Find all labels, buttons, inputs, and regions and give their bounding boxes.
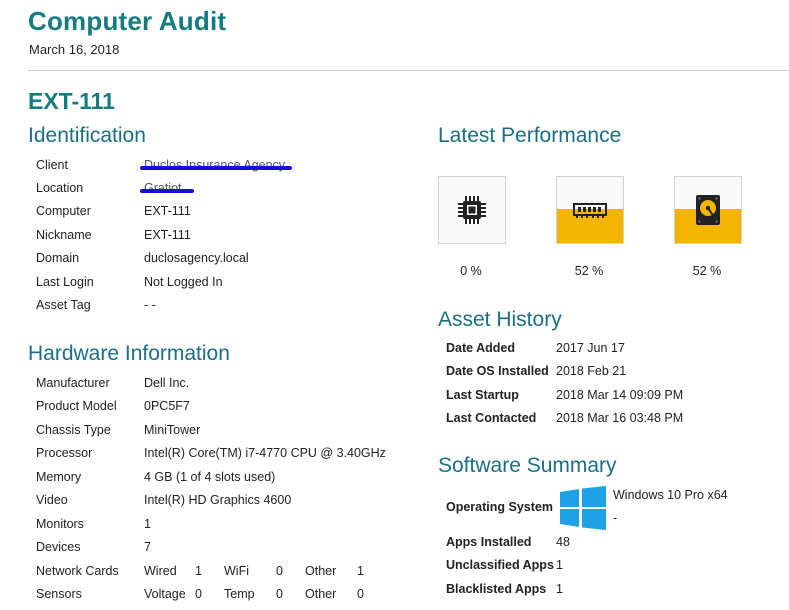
last-startup-value: 2018 Mar 14 09:09 PM — [556, 388, 684, 402]
computer-label: Computer — [36, 204, 91, 218]
identification-heading: Identification — [28, 124, 146, 147]
hardware-heading: Hardware Information — [28, 342, 230, 365]
date-os-installed-label: Date OS Installed — [446, 364, 549, 378]
nickname-value: EXT-111 — [144, 228, 191, 242]
apps-installed-label: Apps Installed — [446, 535, 532, 549]
last-login-label: Last Login — [36, 275, 94, 289]
processor-label: Processor — [36, 446, 93, 460]
header-divider — [28, 70, 789, 71]
operating-system-value: Windows 10 Pro x64 — [613, 488, 728, 502]
disk-usage-value: 52 % — [692, 264, 722, 278]
memory-usage-tile — [556, 176, 624, 244]
memory-label: Memory — [36, 470, 82, 484]
memory-icon — [573, 203, 607, 218]
sensor-temp-value: 0 — [276, 587, 283, 601]
unclassified-apps-label: Unclassified Apps — [446, 558, 554, 572]
asset-history-heading: Asset History — [438, 308, 562, 331]
location-redaction — [140, 189, 194, 193]
memory-usage-value: 52 % — [574, 264, 604, 278]
video-label: Video — [36, 493, 68, 507]
date-os-installed-value: 2018 Feb 21 — [556, 364, 627, 378]
last-startup-label: Last Startup — [446, 388, 519, 402]
date-added-value: 2017 Jun 17 — [556, 341, 625, 355]
apps-installed-value: 48 — [556, 535, 570, 549]
network-wifi-name: WiFi — [224, 564, 249, 578]
client-label: Client — [36, 158, 68, 172]
blacklisted-apps-value: 1 — [556, 582, 563, 596]
asset-tag-value: - - — [144, 298, 156, 312]
domain-label: Domain — [36, 251, 80, 265]
sensor-other-name: Other — [305, 587, 337, 601]
cpu-icon — [458, 196, 486, 224]
disk-icon — [696, 195, 720, 225]
video-value: Intel(R) HD Graphics 4600 — [144, 493, 292, 507]
network-cards-label: Network Cards — [36, 564, 119, 578]
memory-value: 4 GB (1 of 4 slots used) — [144, 470, 276, 484]
manufacturer-value: Dell Inc. — [144, 376, 190, 390]
asset-tag-label: Asset Tag — [36, 298, 91, 312]
devices-label: Devices — [36, 540, 81, 554]
monitors-label: Monitors — [36, 517, 84, 531]
network-other-name: Other — [305, 564, 337, 578]
processor-value: Intel(R) Core(TM) i7-4770 CPU @ 3.40GHz — [144, 446, 386, 460]
network-wifi-value: 0 — [276, 564, 283, 578]
performance-heading: Latest Performance — [438, 124, 622, 147]
monitors-value: 1 — [144, 517, 151, 531]
sensor-temp-name: Temp — [224, 587, 255, 601]
cpu-usage-value: 0 % — [460, 264, 482, 278]
network-wired-value: 1 — [195, 564, 202, 578]
domain-value: duclosagency.local — [144, 251, 249, 265]
computer-name-heading: EXT-111 — [28, 88, 115, 114]
blacklisted-apps-label: Blacklisted Apps — [446, 582, 547, 596]
report-date: March 16, 2018 — [29, 42, 120, 57]
cpu-usage-tile — [438, 176, 506, 244]
product-model-value: 0PC5F7 — [144, 399, 190, 413]
sensor-other-value: 0 — [357, 587, 364, 601]
chassis-type-label: Chassis Type — [36, 423, 111, 437]
network-other-value: 1 — [357, 564, 364, 578]
client-redaction — [140, 166, 292, 170]
product-model-label: Product Model — [36, 399, 117, 413]
nickname-label: Nickname — [36, 228, 92, 242]
last-login-value: Not Logged In — [144, 275, 223, 289]
sensor-voltage-name: Voltage — [144, 587, 186, 601]
sensor-voltage-value: 0 — [195, 587, 202, 601]
network-wired-name: Wired — [144, 564, 177, 578]
disk-usage-tile — [674, 176, 742, 244]
operating-system-label: Operating System — [446, 500, 553, 514]
chassis-type-value: MiniTower — [144, 423, 201, 437]
computer-value: EXT-111 — [144, 204, 191, 218]
operating-system-sub: - — [613, 511, 618, 525]
last-contacted-value: 2018 Mar 16 03:48 PM — [556, 411, 684, 425]
last-contacted-label: Last Contacted — [446, 411, 537, 425]
report-title: Computer Audit — [28, 6, 227, 36]
software-heading: Software Summary — [438, 454, 617, 477]
location-label: Location — [36, 181, 84, 195]
windows-logo-icon — [560, 486, 606, 530]
date-added-label: Date Added — [446, 341, 515, 355]
unclassified-apps-value: 1 — [556, 558, 563, 572]
sensors-label: Sensors — [36, 587, 82, 601]
devices-value: 7 — [144, 540, 151, 554]
manufacturer-label: Manufacturer — [36, 376, 110, 390]
